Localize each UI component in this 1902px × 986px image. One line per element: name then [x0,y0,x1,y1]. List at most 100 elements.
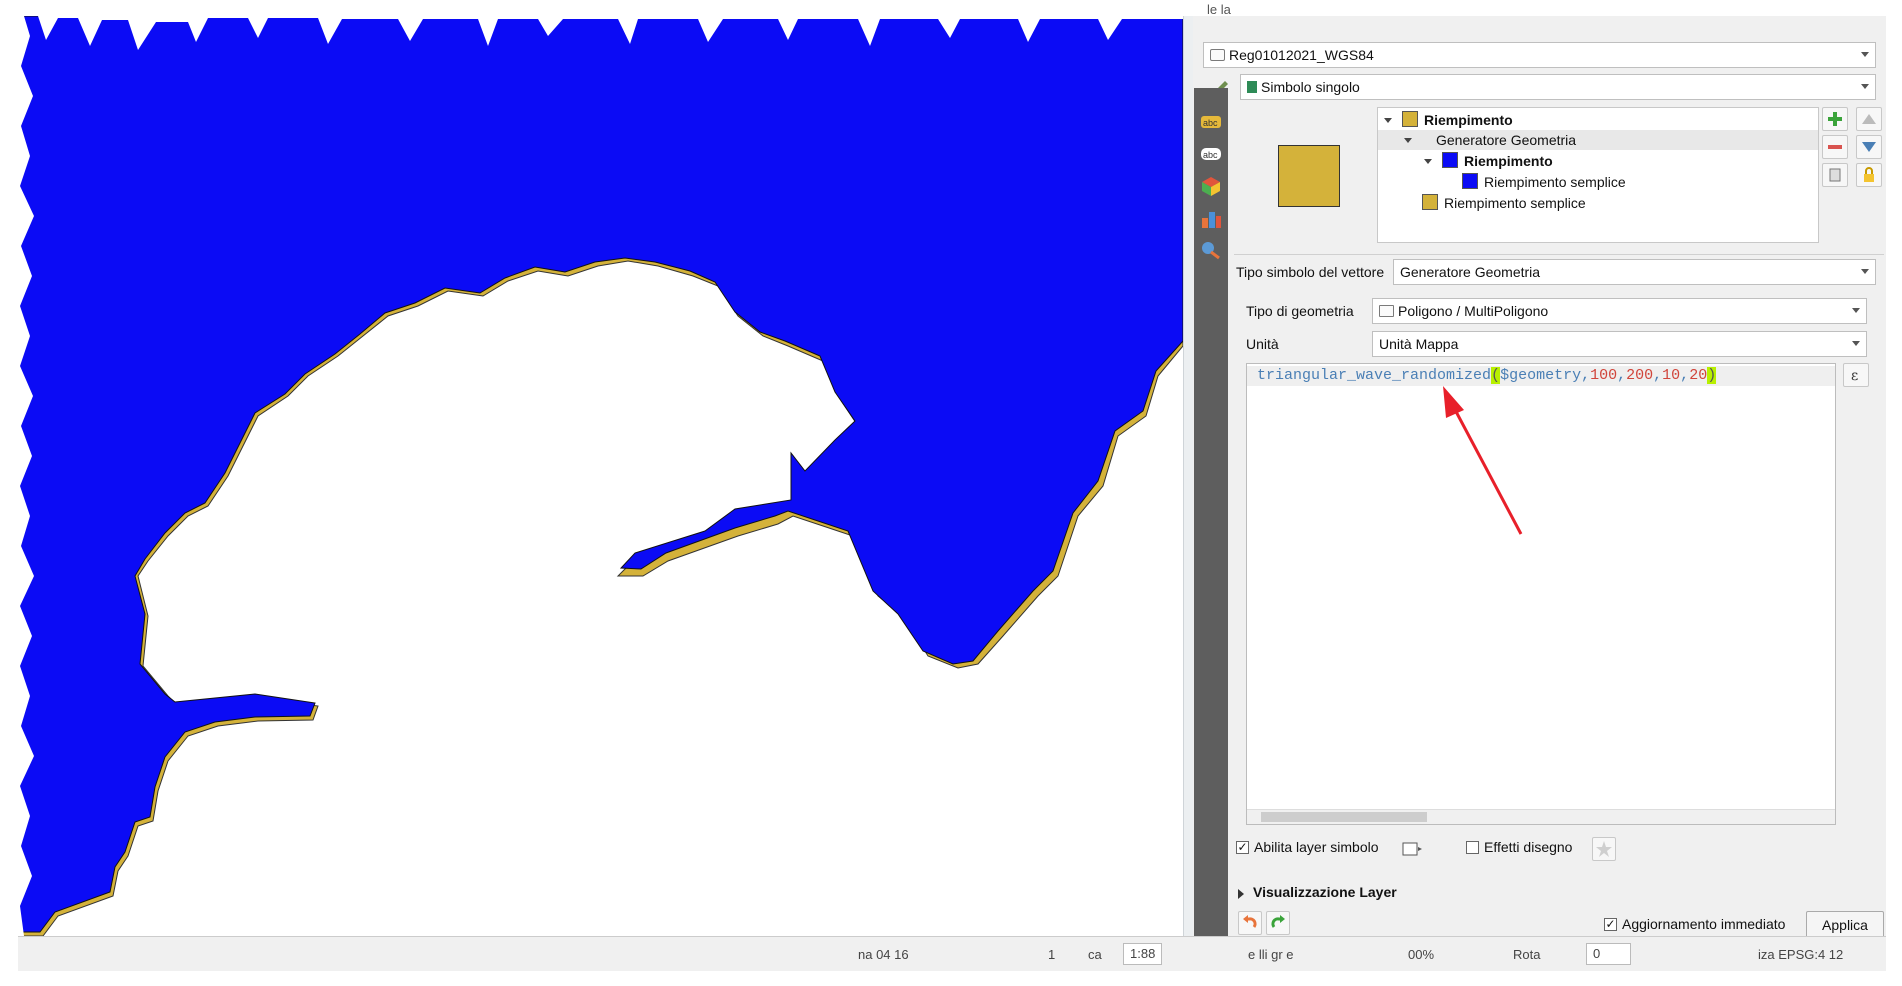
rotation-label: Rota [1513,947,1541,962]
tree-row-label: Riempimento [1464,153,1553,169]
remove-symbol-layer-button[interactable] [1822,135,1848,159]
symbol-preview [1278,145,1340,207]
scale-input[interactable]: 1:88 [1123,943,1163,965]
move-up-button[interactable] [1856,107,1882,131]
renderer-combo[interactable]: Simbolo singolo [1240,74,1876,100]
data-defined-override-icon[interactable] [1400,838,1424,860]
crs-indicator[interactable]: iza EPSG:4 12 [1758,947,1843,962]
status-bar: na 04 16 1 ca 1:88 e lli gr e 00% Rota 0… [18,936,1886,971]
enable-symbol-layer-checkbox[interactable]: ✓ [1236,841,1249,854]
expr-comma: , [1617,367,1627,384]
layer-rendering-header[interactable]: Visualizzazione Layer [1253,884,1397,900]
magnifier-value[interactable]: 00% [1408,947,1434,962]
apply-button[interactable]: Applica [1806,911,1884,939]
tree-row-geometry-generator[interactable]: Generatore Geometria [1404,130,1576,150]
expr-variable: $geometry [1500,367,1582,384]
geometry-type-label: Tipo di geometria [1246,303,1354,319]
live-update-checkbox[interactable]: ✓ [1604,918,1617,931]
draw-effects-checkbox[interactable] [1466,841,1479,854]
expand-arrow-icon [1384,118,1392,123]
symbol-type-combo[interactable]: Generatore Geometria [1393,259,1876,285]
symbol-type-label: Tipo simbolo del vettore [1236,264,1385,280]
tree-row-blue-simple-fill[interactable]: Riempimento semplice [1462,172,1626,192]
live-update-label: Aggiornamento immediato [1622,916,1786,932]
units-label: Unità [1246,336,1279,352]
svg-text:ε: ε [1851,368,1858,384]
expr-comma: , [1680,367,1690,384]
chevron-down-icon [1861,84,1869,89]
expr-number: 10 [1662,367,1681,384]
svg-text:abc: abc [1203,150,1218,160]
add-symbol-layer-button[interactable] [1822,107,1848,131]
scale-label: ca [1088,947,1102,962]
scale-indicator: 1 [1048,947,1056,962]
redo-button[interactable] [1266,911,1290,935]
labels-icon[interactable]: abc [1199,110,1223,134]
chevron-down-icon [1861,269,1869,274]
expr-number: 100 [1590,367,1618,384]
symbol-layer-tree[interactable]: Riempimento Generatore Geometria Riempim… [1377,107,1819,243]
blue-swatch-icon [1462,173,1478,189]
section-divider [1234,254,1884,255]
polygon-layer-icon [1210,49,1225,61]
gold-swatch-icon [1402,111,1418,127]
expr-number: 200 [1626,367,1654,384]
tree-row-label: Generatore Geometria [1436,132,1577,148]
horizontal-scrollbar[interactable] [1247,809,1835,824]
draw-effects-label: Effetti disegno [1484,839,1573,855]
renderer-combo-value: Simbolo singolo [1261,79,1360,95]
svg-text:abc: abc [1203,118,1218,128]
tree-row-gold-simple-fill[interactable]: Riempimento semplice [1422,193,1586,213]
expr-comma: , [1581,367,1591,384]
expr-close-paren: ) [1707,367,1717,384]
lock-layer-button[interactable] [1856,163,1882,187]
expr-comma: , [1653,367,1663,384]
undo-button[interactable] [1238,911,1262,935]
effects-star-button[interactable] [1592,837,1616,861]
3d-view-icon[interactable] [1199,174,1223,198]
gold-swatch-icon [1422,194,1438,210]
expand-arrow-icon[interactable] [1238,889,1244,899]
tree-row-label: Riempimento semplice [1444,195,1586,211]
masks-icon[interactable]: abc [1199,142,1223,166]
rotation-input[interactable]: 0 [1586,943,1632,965]
blue-swatch-icon [1442,152,1458,168]
enable-symbol-layer-label: Abilita layer simbolo [1254,839,1379,855]
units-combo[interactable]: Unità Mappa [1372,331,1867,357]
polygon-icon [1379,305,1394,317]
coordinate-readout: na 04 16 [858,947,909,962]
chevron-down-icon [1861,52,1869,57]
symbol-type-value: Generatore Geometria [1400,264,1541,280]
tree-row-label: Riempimento semplice [1484,174,1626,190]
geometry-type-value: Poligono / MultiPoligono [1398,303,1549,319]
layer-combo-value: Reg01012021_WGS84 [1229,47,1374,63]
move-down-button[interactable] [1856,135,1882,159]
geometry-type-combo[interactable]: Poligono / MultiPoligono [1372,298,1867,324]
map-canvas[interactable] [18,16,1183,936]
expression-code: triangular_wave_randomized($geometry,100… [1257,366,1717,386]
expr-function: triangular_wave_randomized [1257,367,1492,384]
magnifier-label: e lli gr e [1248,947,1294,962]
map-rendering [18,16,1183,936]
expr-open-paren: ( [1491,367,1501,384]
dock-title: le la [1207,2,1231,17]
history-icon[interactable] [1199,238,1223,262]
scrollbar-thumb[interactable] [1261,812,1427,822]
units-value: Unità Mappa [1379,336,1459,352]
expression-editor[interactable]: triangular_wave_randomized($geometry,100… [1246,363,1836,825]
tree-row-sub-fill[interactable]: Riempimento [1424,151,1553,171]
tree-row-label: Riempimento [1424,112,1513,128]
duplicate-layer-button[interactable] [1822,163,1848,187]
diagrams-icon[interactable] [1199,206,1223,230]
single-symbol-icon [1247,81,1257,93]
expand-arrow-icon [1424,159,1432,164]
expression-builder-button[interactable]: ε [1843,363,1869,387]
expand-arrow-icon [1404,138,1412,143]
tree-row-fill[interactable]: Riempimento [1384,110,1513,130]
layer-combo[interactable]: Reg01012021_WGS84 [1203,42,1876,68]
expr-number: 20 [1689,367,1708,384]
chevron-down-icon [1852,308,1860,313]
vertical-style-toolbar: abc abc [1194,88,1228,936]
chevron-down-icon [1852,341,1860,346]
blue-fill-polygon [18,16,1183,933]
